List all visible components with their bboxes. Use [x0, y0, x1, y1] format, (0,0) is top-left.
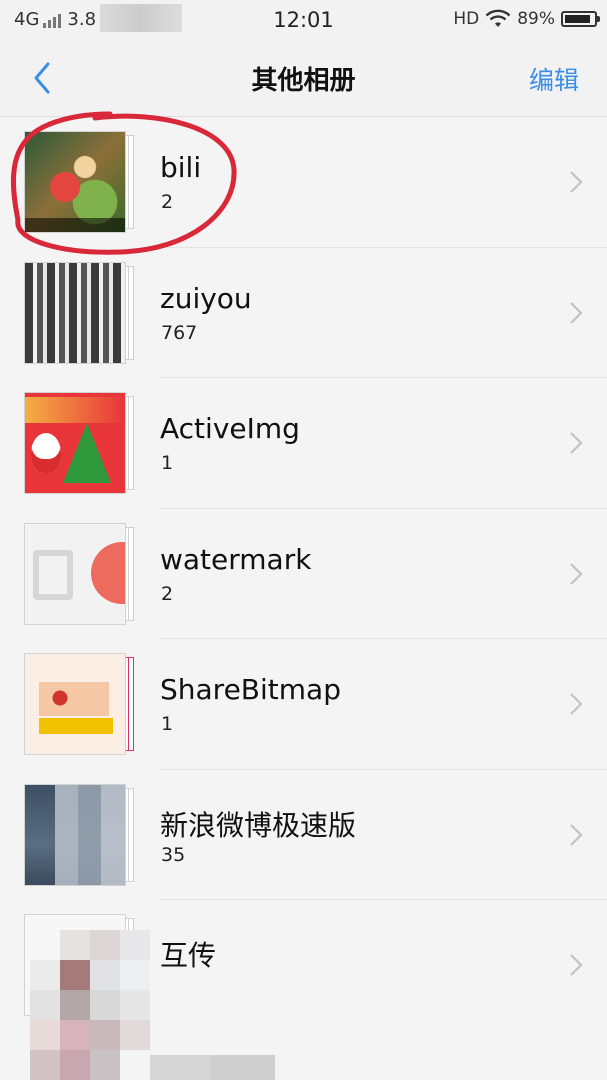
album-item-bili[interactable]: bili 2 — [0, 117, 607, 248]
album-item-huchuan[interactable]: 互传 — [0, 900, 607, 1031]
battery-percent: 89% — [517, 9, 555, 29]
album-thumbnail — [24, 261, 136, 364]
album-thumbnail — [24, 783, 136, 886]
battery-icon — [561, 11, 600, 27]
chevron-right-icon — [570, 432, 583, 454]
chevron-right-icon — [570, 562, 583, 585]
album-item-sharebitmap[interactable]: ShareBitmap 1 — [0, 639, 607, 770]
album-name: 新浪微博极速版 — [160, 808, 357, 842]
album-thumbnail — [24, 522, 136, 625]
status-right: HD 89% — [453, 9, 600, 29]
album-count: 35 — [161, 843, 186, 866]
screen: 4G 3.8 12:01 HD 89% 其他相册 编辑 bili 2 zuiyo… — [0, 0, 607, 1080]
album-count: 2 — [161, 191, 174, 213]
album-name: 互传 — [160, 939, 217, 972]
album-count: 1 — [161, 713, 174, 735]
album-name: ActiveImg — [160, 412, 300, 445]
hd-indicator: HD — [453, 9, 480, 29]
album-name: ShareBitmap — [160, 673, 341, 706]
page-title: 其他相册 — [251, 66, 356, 96]
chevron-right-icon — [570, 171, 583, 193]
chevron-right-icon — [570, 954, 583, 976]
album-thumbnail — [24, 914, 136, 1016]
album-thumbnail — [24, 653, 136, 755]
album-name: zuiyou — [160, 281, 252, 315]
album-item-activeimg[interactable]: ActiveImg 1 — [0, 378, 607, 509]
status-bar: 4G 3.8 12:01 HD 89% — [0, 0, 607, 40]
album-item-weibo[interactable]: 新浪微博极速版 35 — [0, 770, 607, 900]
edit-button[interactable]: 编辑 — [529, 61, 579, 97]
album-thumbnail — [24, 131, 136, 233]
chevron-right-icon — [570, 823, 583, 846]
album-name: watermark — [160, 542, 312, 576]
album-count: 767 — [161, 321, 198, 344]
nav-bar: 其他相册 编辑 — [0, 40, 607, 117]
album-count: 1 — [161, 452, 174, 474]
album-name: bili — [160, 151, 202, 184]
chevron-right-icon — [570, 301, 583, 324]
album-count: 2 — [161, 582, 174, 605]
album-item-zuiyou[interactable]: zuiyou 767 — [0, 248, 607, 378]
battery-fill — [565, 15, 590, 23]
chevron-right-icon — [570, 693, 583, 715]
wifi-icon — [485, 9, 511, 27]
album-item-watermark[interactable]: watermark 2 — [0, 509, 607, 639]
album-list: bili 2 zuiyou 767 ActiveImg 1 watermark … — [0, 117, 607, 1031]
album-thumbnail — [24, 392, 136, 494]
